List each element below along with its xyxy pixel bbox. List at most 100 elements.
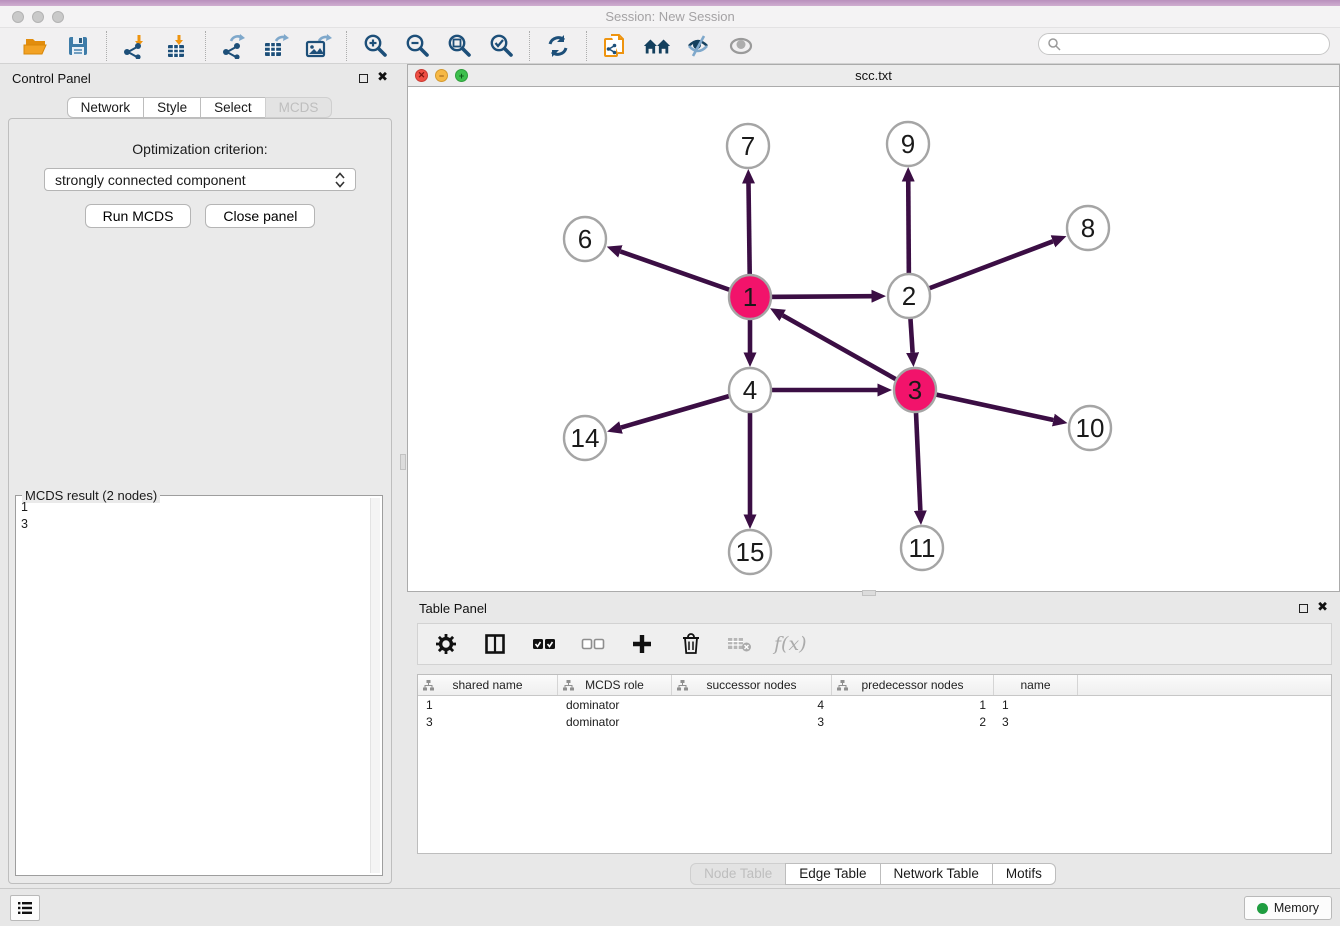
tab-select[interactable]: Select bbox=[200, 97, 266, 118]
graph-node-3[interactable]: 3 bbox=[894, 368, 936, 412]
run-mcds-button[interactable]: Run MCDS bbox=[85, 204, 192, 228]
table-cell[interactable]: 2 bbox=[832, 713, 994, 730]
zoom-out-button[interactable] bbox=[402, 31, 432, 61]
table-cell[interactable]: 1 bbox=[832, 696, 994, 713]
table-cell[interactable]: 1 bbox=[994, 696, 1078, 713]
svg-text:4: 4 bbox=[743, 375, 757, 405]
graph-node-7[interactable]: 7 bbox=[727, 124, 769, 168]
svg-text:6: 6 bbox=[578, 224, 592, 254]
refresh-view-button[interactable] bbox=[543, 31, 573, 61]
first-neighbors-button[interactable] bbox=[642, 31, 672, 61]
open-folder-icon bbox=[23, 34, 49, 58]
zoom-in-icon bbox=[362, 33, 388, 59]
tab-network[interactable]: Network bbox=[67, 97, 145, 118]
show-graphics-details-button[interactable] bbox=[684, 31, 714, 61]
graph-node-14[interactable]: 14 bbox=[564, 416, 606, 460]
tab-mcds[interactable]: MCDS bbox=[265, 97, 333, 118]
optimization-criterion-select[interactable]: strongly connected component bbox=[44, 168, 356, 191]
function-builder-button[interactable]: f(x) bbox=[774, 633, 807, 655]
column-header-MCDS-role[interactable]: MCDS role bbox=[558, 675, 672, 695]
mcds-result-text[interactable]: 1 3 bbox=[21, 499, 366, 872]
status-bar: Memory bbox=[0, 888, 1340, 926]
table-row[interactable]: 1dominator411 bbox=[418, 696, 1331, 713]
tab-network-table[interactable]: Network Table bbox=[880, 863, 993, 885]
graph-node-15[interactable]: 15 bbox=[729, 530, 771, 574]
graph-node-9[interactable]: 9 bbox=[887, 122, 929, 166]
column-header-name[interactable]: name bbox=[994, 675, 1078, 695]
memory-button[interactable]: Memory bbox=[1244, 896, 1332, 920]
table-row[interactable]: 3dominator323 bbox=[418, 713, 1331, 730]
network-canvas[interactable]: 7 9 6 8 1 2 4 3 14 10 15 11 bbox=[408, 87, 1339, 591]
float-table-panel-icon[interactable] bbox=[1299, 604, 1308, 613]
graph-node-6[interactable]: 6 bbox=[564, 217, 606, 261]
task-history-button[interactable] bbox=[10, 895, 40, 921]
tab-motifs[interactable]: Motifs bbox=[992, 863, 1056, 885]
open-session-button[interactable] bbox=[21, 31, 51, 61]
table-cell[interactable]: dominator bbox=[558, 713, 672, 730]
close-table-panel-icon[interactable]: ✖ bbox=[1317, 603, 1328, 613]
zoom-in-button[interactable] bbox=[360, 31, 390, 61]
search-field[interactable] bbox=[1038, 33, 1330, 55]
import-table-icon bbox=[164, 33, 190, 59]
table-cell[interactable]: 3 bbox=[672, 713, 832, 730]
float-panel-icon[interactable] bbox=[359, 74, 368, 83]
show-column-pane-button[interactable] bbox=[480, 629, 510, 659]
delete-table-button[interactable] bbox=[725, 629, 755, 659]
trash-icon bbox=[681, 633, 701, 655]
search-input[interactable] bbox=[1061, 37, 1321, 51]
network-window-titlebar[interactable]: ✕ − + scc.txt bbox=[408, 65, 1339, 87]
graph-node-2[interactable]: 2 bbox=[888, 274, 930, 318]
graph-node-4[interactable]: 4 bbox=[729, 368, 771, 412]
unselect-all-columns-button[interactable] bbox=[578, 629, 608, 659]
export-table-button[interactable] bbox=[261, 31, 291, 61]
zoom-selected-button[interactable] bbox=[486, 31, 516, 61]
memory-label: Memory bbox=[1274, 901, 1319, 915]
checked-boxes-icon bbox=[532, 637, 556, 651]
graph-edge-3-1[interactable] bbox=[783, 315, 915, 390]
result-scrollbar[interactable] bbox=[370, 498, 380, 873]
column-header-successor-nodes[interactable]: successor nodes bbox=[672, 675, 832, 695]
column-header-shared-name[interactable]: shared name bbox=[418, 675, 558, 695]
table-settings-button[interactable] bbox=[431, 629, 461, 659]
export-network-button[interactable] bbox=[219, 31, 249, 61]
clone-network-icon bbox=[602, 32, 628, 60]
graph-node-1[interactable]: 1 bbox=[729, 275, 771, 319]
node-table[interactable]: shared nameMCDS rolesuccessor nodesprede… bbox=[417, 674, 1332, 854]
table-header-row: shared nameMCDS rolesuccessor nodesprede… bbox=[418, 675, 1331, 696]
clone-network-button[interactable] bbox=[600, 31, 630, 61]
table-cell[interactable]: 4 bbox=[672, 696, 832, 713]
create-column-button[interactable] bbox=[627, 629, 657, 659]
graph-edge-2-8[interactable] bbox=[909, 241, 1053, 296]
zoom-selected-icon bbox=[488, 33, 514, 59]
network-view-window: ✕ − + scc.txt 7 9 6 8 1 2 4 3 14 10 15 11 bbox=[407, 64, 1340, 592]
import-table-button[interactable] bbox=[162, 31, 192, 61]
zoom-out-icon bbox=[404, 33, 430, 59]
close-panel-button[interactable]: Close panel bbox=[205, 204, 315, 228]
save-session-button[interactable] bbox=[63, 31, 93, 61]
export-image-button[interactable] bbox=[303, 31, 333, 61]
select-all-columns-button[interactable] bbox=[529, 629, 559, 659]
close-panel-icon[interactable]: ✖ bbox=[377, 73, 388, 83]
memory-status-dot bbox=[1257, 903, 1268, 914]
control-panel: Control Panel ✖ Network Style Select MCD… bbox=[0, 64, 400, 888]
splitter-grip[interactable] bbox=[400, 454, 406, 470]
delete-columns-button[interactable] bbox=[676, 629, 706, 659]
zoom-fit-button[interactable] bbox=[444, 31, 474, 61]
tab-edge-table[interactable]: Edge Table bbox=[785, 863, 880, 885]
table-cell[interactable]: dominator bbox=[558, 696, 672, 713]
tab-style[interactable]: Style bbox=[143, 97, 201, 118]
hide-eye-button[interactable] bbox=[726, 31, 756, 61]
column-header-predecessor-nodes[interactable]: predecessor nodes bbox=[832, 675, 994, 695]
graph-node-8[interactable]: 8 bbox=[1067, 206, 1109, 250]
main-toolbar bbox=[0, 28, 1340, 64]
network-graph: 7 9 6 8 1 2 4 3 14 10 15 11 bbox=[408, 87, 1339, 592]
import-network-button[interactable] bbox=[120, 31, 150, 61]
table-cell[interactable]: 3 bbox=[994, 713, 1078, 730]
graph-node-10[interactable]: 10 bbox=[1069, 406, 1111, 450]
tab-node-table[interactable]: Node Table bbox=[690, 863, 786, 885]
delete-table-icon bbox=[727, 635, 753, 653]
table-cell[interactable]: 3 bbox=[418, 713, 558, 730]
vertical-splitter[interactable] bbox=[400, 64, 407, 888]
graph-node-11[interactable]: 11 bbox=[901, 526, 943, 570]
table-cell[interactable]: 1 bbox=[418, 696, 558, 713]
